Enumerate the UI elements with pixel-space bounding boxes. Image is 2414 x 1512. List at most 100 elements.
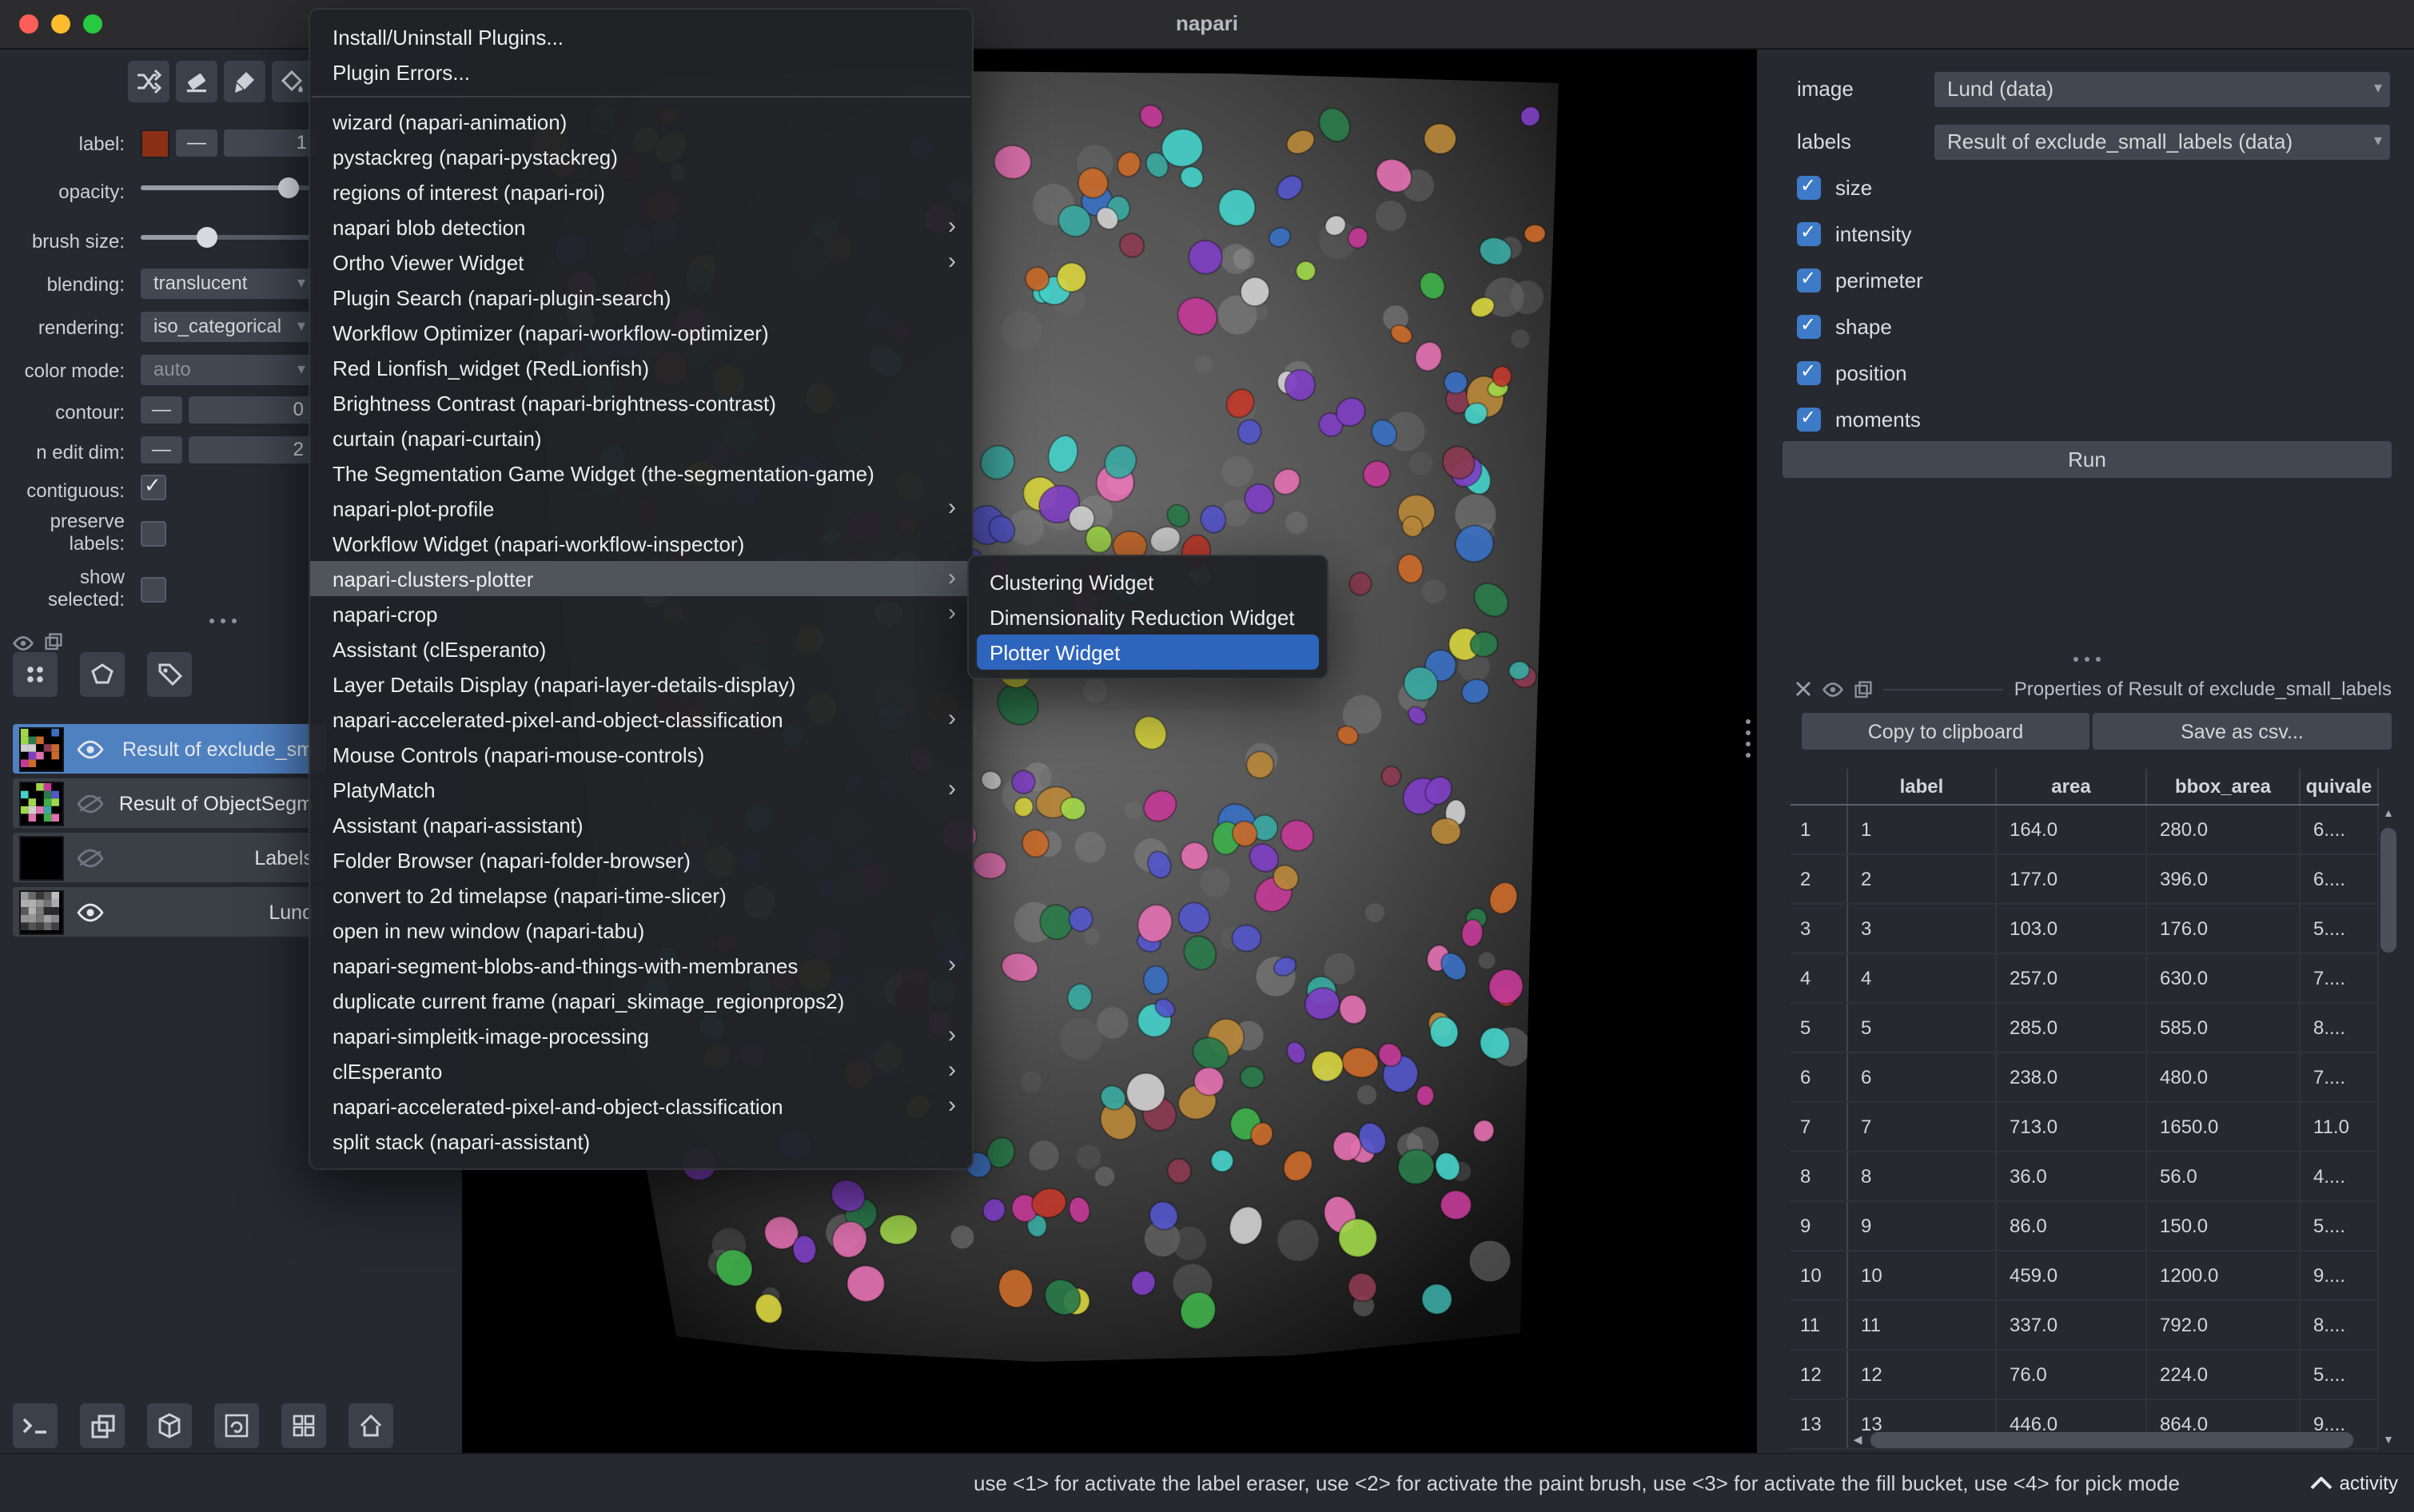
table-row[interactable]: 9986.0150.05.... xyxy=(1791,1202,2379,1251)
new-shapes-layer-button[interactable] xyxy=(80,652,125,697)
checkbox-perimeter[interactable] xyxy=(1797,268,1821,292)
menu-item-platymatch[interactable]: PlatyMatch› xyxy=(310,772,972,807)
table-cell[interactable]: 103.0 xyxy=(1997,905,2147,953)
scroll-up-arrow[interactable] xyxy=(2379,804,2398,823)
column-header-label[interactable]: label xyxy=(1848,769,1997,804)
table-cell[interactable]: 11.0 xyxy=(2300,1103,2379,1151)
table-cell[interactable]: 1200.0 xyxy=(2147,1251,2300,1299)
table-cell[interactable]: 337.0 xyxy=(1997,1301,2147,1349)
menu-item-napari-crop[interactable]: napari-crop› xyxy=(310,596,972,631)
row-header[interactable]: 13 xyxy=(1791,1400,1848,1448)
shuffle-colors-button[interactable] xyxy=(128,61,169,102)
layer-item-result-of-exclude-sm[interactable]: Result of exclude_sm xyxy=(13,724,326,774)
table-cell[interactable]: 7.... xyxy=(2300,954,2379,1002)
opacity-slider[interactable] xyxy=(141,176,310,200)
table-row[interactable]: 44257.0630.07.... xyxy=(1791,954,2379,1004)
feature-row-size[interactable]: size xyxy=(1797,173,1872,201)
menu-item-pystackreg-napari-pystackreg[interactable]: pystackreg (napari-pystackreg) xyxy=(310,139,972,174)
table-cell[interactable]: 7 xyxy=(1848,1103,1997,1151)
table-cell[interactable]: 7.... xyxy=(2300,1053,2379,1101)
table-cell[interactable]: 176.0 xyxy=(2147,905,2300,953)
menu-item-napari-simpleitk-image-processing[interactable]: napari-simpleitk-image-processing› xyxy=(310,1018,972,1053)
table-cell[interactable]: 459.0 xyxy=(1997,1251,2147,1299)
contiguous-checkbox[interactable] xyxy=(141,475,166,500)
menu-item-workflow-optimizer-napari-workflow-optimiz[interactable]: Workflow Optimizer (napari-workflow-opti… xyxy=(310,315,972,350)
horizontal-scrollbar[interactable] xyxy=(1848,1430,2379,1450)
table-cell[interactable]: 3 xyxy=(1848,905,1997,953)
new-labels-layer-button[interactable] xyxy=(147,652,192,697)
brush-size-slider[interactable] xyxy=(141,225,310,249)
row-header[interactable]: 4 xyxy=(1791,954,1848,1002)
table-cell[interactable]: 177.0 xyxy=(1997,855,2147,903)
scroll-down-arrow[interactable] xyxy=(2379,1430,2398,1450)
close-dock-icon[interactable] xyxy=(1795,681,1811,697)
table-cell[interactable]: 36.0 xyxy=(1997,1152,2147,1200)
layer-visibility-on-icon[interactable] xyxy=(74,902,106,921)
row-header[interactable]: 6 xyxy=(1791,1053,1848,1101)
run-button[interactable]: Run xyxy=(1783,441,2392,478)
feature-row-intensity[interactable]: intensity xyxy=(1797,219,1911,248)
menu-item-regions-of-interest-napari-roi[interactable]: regions of interest (napari-roi) xyxy=(310,174,972,209)
vertical-scrollbar-thumb[interactable] xyxy=(2380,828,2396,953)
table-cell[interactable]: 713.0 xyxy=(1997,1103,2147,1151)
table-cell[interactable]: 5.... xyxy=(2300,905,2379,953)
table-cell[interactable]: 2 xyxy=(1848,855,1997,903)
eraser-button[interactable] xyxy=(176,61,217,102)
table-cell[interactable]: 8.... xyxy=(2300,1301,2379,1349)
table-cell[interactable]: 4 xyxy=(1848,954,1997,1002)
layer-visibility-off-icon[interactable] xyxy=(74,848,106,867)
menu-item-folder-browser-napari-folder-browser[interactable]: Folder Browser (napari-folder-browser) xyxy=(310,842,972,877)
contour-spin-decrement[interactable]: — xyxy=(141,396,182,424)
table-cell[interactable]: 480.0 xyxy=(2147,1053,2300,1101)
menu-item-the-segmentation-game-widget-the-segmentat[interactable]: The Segmentation Game Widget (the-segmen… xyxy=(310,456,972,491)
table-cell[interactable]: 150.0 xyxy=(2147,1202,2300,1250)
menu-item-napari-plot-profile[interactable]: napari-plot-profile› xyxy=(310,491,972,526)
menu-item-duplicate-current-frame-napari-skimage-reg[interactable]: duplicate current frame (napari_skimage_… xyxy=(310,983,972,1018)
table-row[interactable]: 66238.0480.07.... xyxy=(1791,1053,2379,1103)
table-cell[interactable]: 238.0 xyxy=(1997,1053,2147,1101)
dock-drag-handle[interactable] xyxy=(209,619,214,623)
layer-visibility-off-icon[interactable] xyxy=(74,794,106,813)
table-cell[interactable]: 5 xyxy=(1848,1004,1997,1052)
blending-select[interactable]: translucent xyxy=(141,269,313,299)
table-row[interactable]: 121276.0224.05.... xyxy=(1791,1351,2379,1400)
dock-float-icon[interactable] xyxy=(45,631,67,651)
label-value-field[interactable]: 1 xyxy=(224,129,317,157)
row-header[interactable]: 1 xyxy=(1791,806,1848,853)
table-cell[interactable]: 56.0 xyxy=(2147,1152,2300,1200)
menu-item-assistant-clesperanto[interactable]: Assistant (clEsperanto) xyxy=(310,631,972,666)
row-header[interactable]: 5 xyxy=(1791,1004,1848,1052)
row-header[interactable]: 7 xyxy=(1791,1103,1848,1151)
n-edit-dim-value-field[interactable]: 2 xyxy=(189,436,313,464)
dock-hide-icon[interactable] xyxy=(1822,682,1843,696)
menu-item-red-lionfish-widget-redlionfish[interactable]: Red Lionfish_widget (RedLionfish) xyxy=(310,350,972,385)
table-row[interactable]: 33103.0176.05.... xyxy=(1791,905,2379,954)
submenu-item-plotter-widget[interactable]: Plotter Widget xyxy=(977,635,1319,670)
table-cell[interactable]: 76.0 xyxy=(1997,1351,2147,1399)
horizontal-scrollbar-thumb[interactable] xyxy=(1870,1432,2353,1448)
dock-hide-icon[interactable] xyxy=(13,633,35,652)
label-color-swatch[interactable] xyxy=(141,129,169,158)
contour-value-field[interactable]: 0 xyxy=(189,396,313,424)
table-cell[interactable]: 12 xyxy=(1848,1351,1997,1399)
menu-item-clesperanto[interactable]: clEsperanto› xyxy=(310,1053,972,1088)
home-button[interactable] xyxy=(349,1403,393,1448)
labels-select[interactable]: Result of exclude_small_labels (data) xyxy=(1934,125,2390,160)
panel-resize-handle[interactable] xyxy=(1746,719,1751,724)
table-cell[interactable]: 11 xyxy=(1848,1301,1997,1349)
row-header[interactable]: 9 xyxy=(1791,1202,1848,1250)
table-cell[interactable]: 396.0 xyxy=(2147,855,2300,903)
new-points-layer-button[interactable] xyxy=(13,652,58,697)
table-cell[interactable]: 1650.0 xyxy=(2147,1103,2300,1151)
layer-visibility-on-icon[interactable] xyxy=(74,739,106,758)
checkbox-moments[interactable] xyxy=(1797,407,1821,431)
preserve-labels-checkbox[interactable] xyxy=(141,521,166,547)
table-cell[interactable]: 6 xyxy=(1848,1053,1997,1101)
submenu-item-clustering-widget[interactable]: Clustering Widget xyxy=(977,564,1319,599)
table-cell[interactable]: 9.... xyxy=(2300,1251,2379,1299)
submenu-item-dimensionality-reduction-widget[interactable]: Dimensionality Reduction Widget xyxy=(977,599,1319,635)
table-cell[interactable]: 5.... xyxy=(2300,1351,2379,1399)
image-select[interactable]: Lund (data) xyxy=(1934,72,2390,107)
menu-item-plugin-errors[interactable]: Plugin Errors... xyxy=(310,54,972,90)
table-cell[interactable]: 4.... xyxy=(2300,1152,2379,1200)
